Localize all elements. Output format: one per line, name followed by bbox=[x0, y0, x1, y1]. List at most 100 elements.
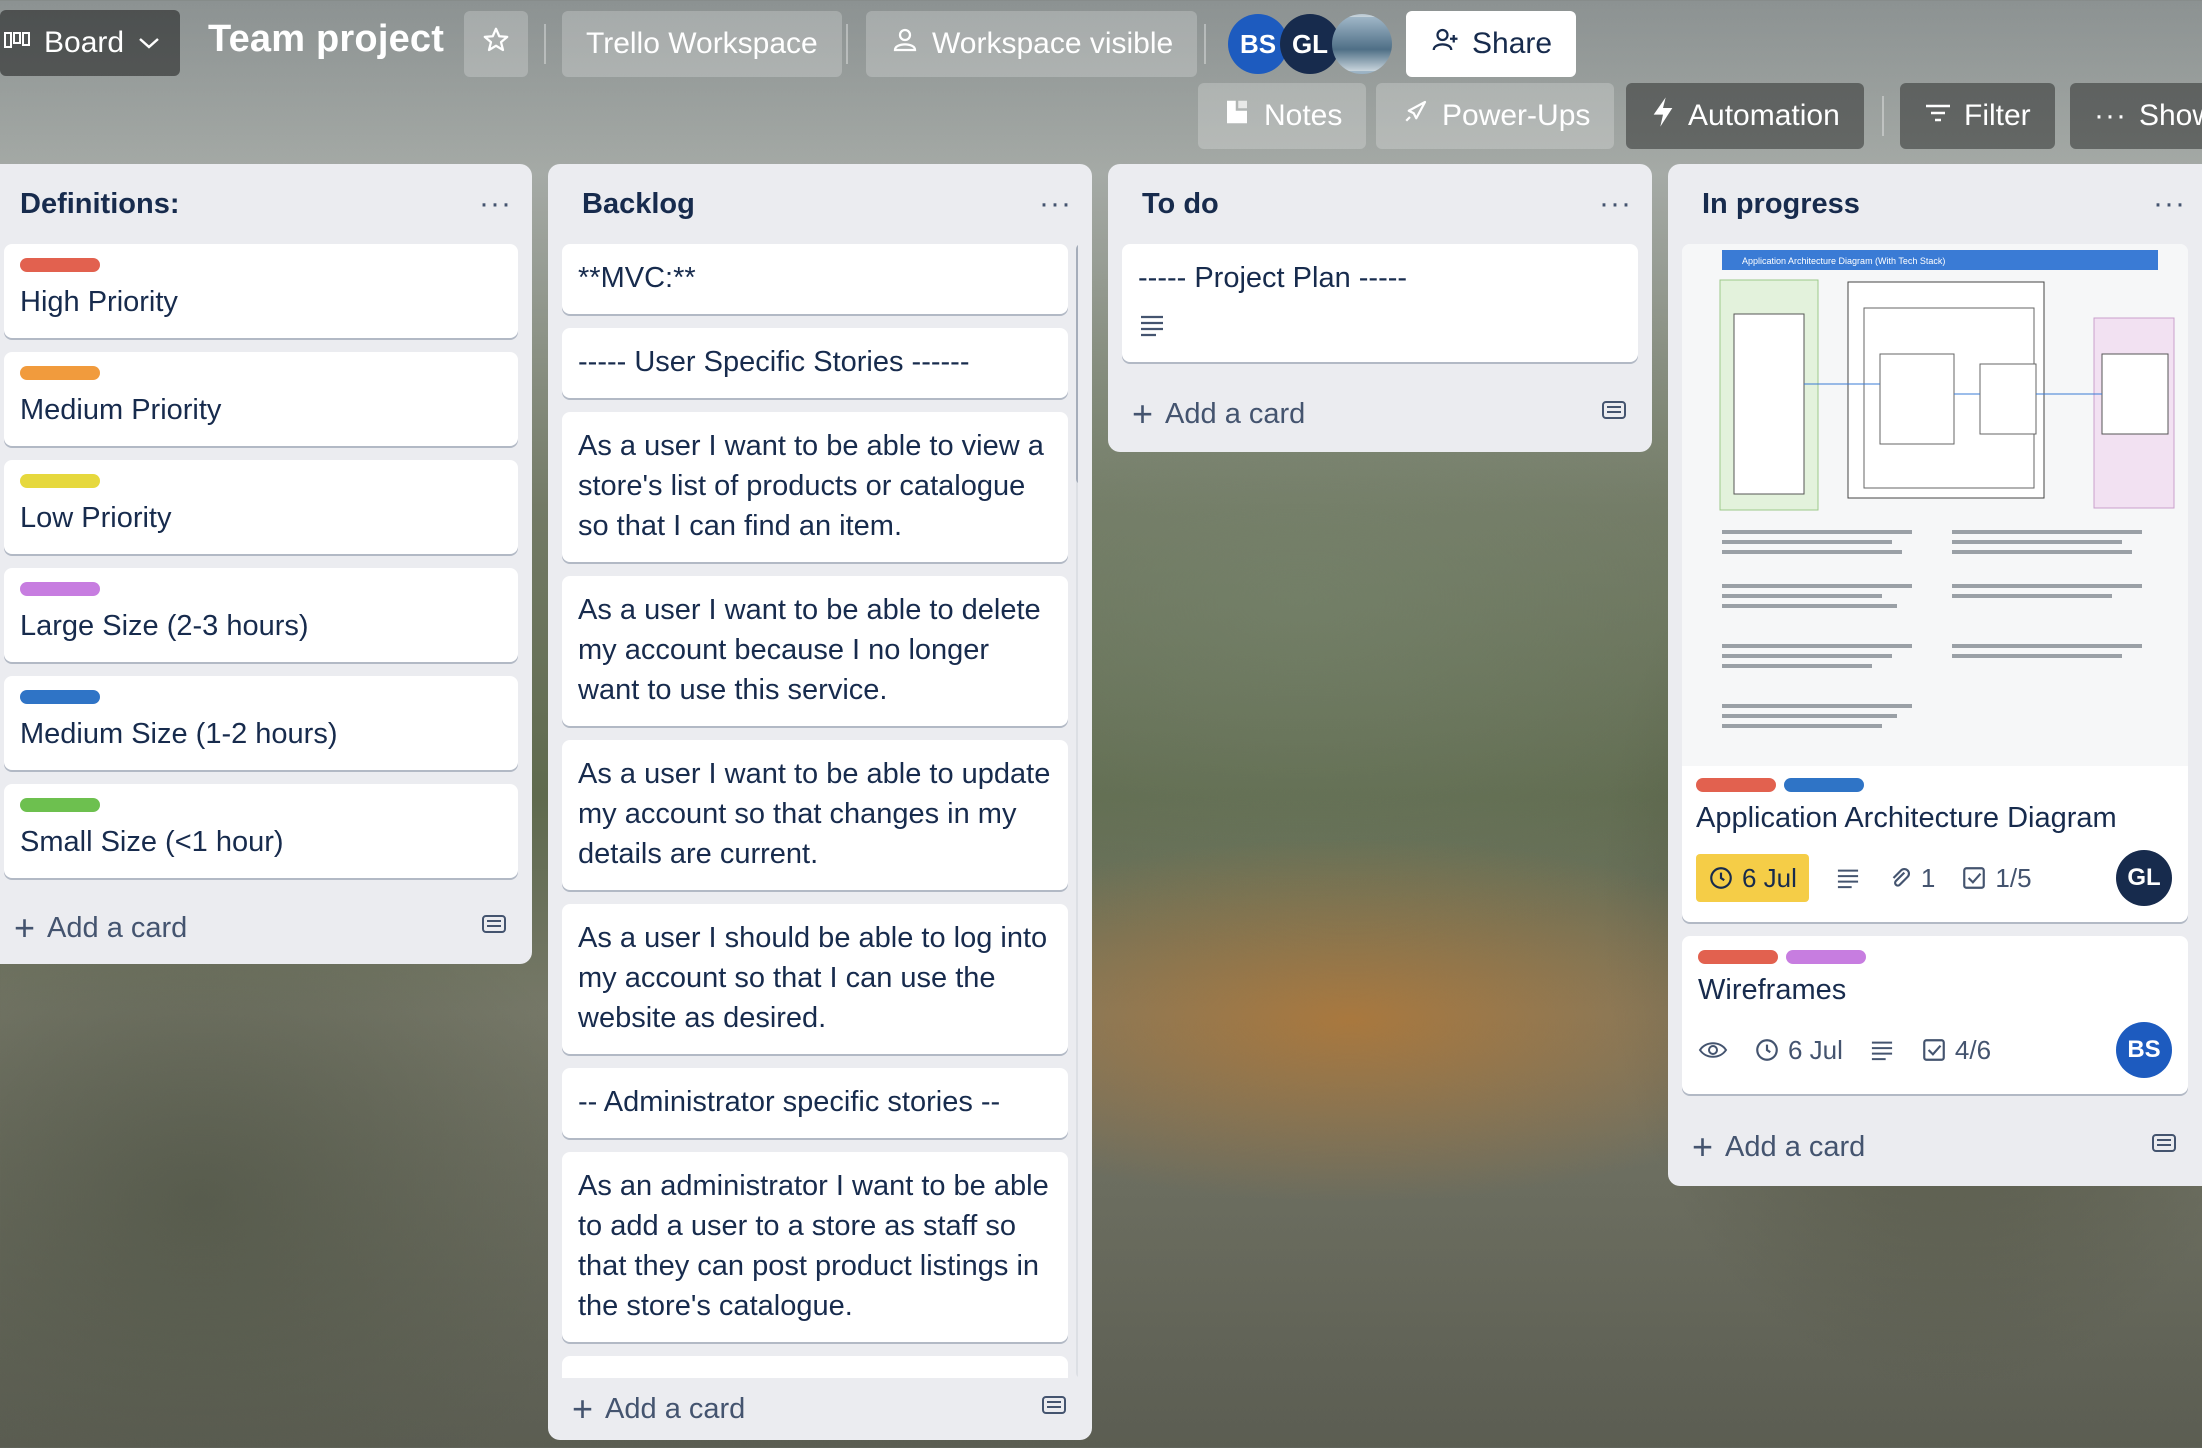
list-scrollbar[interactable] bbox=[1076, 244, 1078, 1378]
list-item[interactable]: As an administrator I want to be able to… bbox=[562, 1152, 1068, 1342]
add-card-button[interactable]: + Add a card bbox=[1692, 1129, 1865, 1165]
power-ups-button[interactable]: Power-Ups bbox=[1376, 83, 1615, 149]
list-item[interactable]: Wireframes 6 Jul 4/6 BS bbox=[1682, 936, 2188, 1094]
divider bbox=[1882, 96, 1884, 136]
star-board-button[interactable] bbox=[464, 11, 528, 77]
avatar-photo[interactable] bbox=[1332, 14, 1392, 74]
list-title[interactable]: To do bbox=[1142, 188, 1219, 221]
add-card-label: Add a card bbox=[47, 911, 188, 944]
add-card-row: + Add a card bbox=[562, 1378, 1078, 1440]
list-menu-button[interactable]: ··· bbox=[1039, 187, 1072, 221]
label-large-size[interactable] bbox=[1786, 950, 1866, 964]
template-card-icon[interactable] bbox=[480, 911, 508, 945]
list-item[interactable]: Large Size (2-3 hours) bbox=[4, 568, 518, 662]
plus-icon: + bbox=[572, 1388, 594, 1429]
eye-icon bbox=[1698, 1038, 1728, 1062]
list-menu-button[interactable]: ··· bbox=[479, 187, 512, 221]
add-card-button[interactable]: + Add a card bbox=[1132, 396, 1305, 432]
due-date-badge[interactable]: 6 Jul bbox=[1754, 1030, 1843, 1070]
label-medium-size[interactable] bbox=[1784, 778, 1864, 792]
checklist-badge: 1/5 bbox=[1961, 858, 2032, 898]
label-high-priority[interactable] bbox=[20, 258, 100, 272]
divider bbox=[1204, 24, 1206, 64]
label-low-priority[interactable] bbox=[20, 474, 100, 488]
star-icon bbox=[481, 25, 511, 63]
list-item[interactable]: As a user I want to be able to view a st… bbox=[562, 412, 1068, 562]
list-item[interactable]: As a user I want to be able to update my… bbox=[562, 740, 1068, 890]
avatar[interactable]: GL bbox=[2116, 850, 2172, 906]
attachments-badge: 1 bbox=[1887, 858, 1935, 898]
share-button[interactable]: Share bbox=[1406, 11, 1577, 77]
card-title: Small Size (<1 hour) bbox=[20, 826, 284, 858]
template-card-icon[interactable] bbox=[2150, 1130, 2178, 1164]
due-date-text: 6 Jul bbox=[1788, 1035, 1843, 1065]
list-item[interactable]: Low Priority bbox=[4, 460, 518, 554]
list-menu-button[interactable]: ··· bbox=[2153, 187, 2186, 221]
board-header: Board Team project Trello Workspace Work… bbox=[0, 0, 2202, 165]
workspace-button[interactable]: Trello Workspace bbox=[562, 11, 842, 77]
show-menu-button[interactable]: ··· Show bbox=[2070, 83, 2202, 149]
card-title: As a user I want to be able to delete my… bbox=[578, 594, 1041, 706]
label-large-size[interactable] bbox=[20, 582, 100, 596]
list-cards-scroll[interactable]: **MVC:** ----- User Specific Stories ---… bbox=[562, 244, 1078, 1378]
add-card-row: + Add a card bbox=[1122, 376, 1638, 452]
card-title: As a user I want to be able to update my… bbox=[578, 758, 1051, 870]
list-item[interactable]: As a user I want to be able to delete my… bbox=[562, 576, 1068, 726]
plus-icon: + bbox=[14, 907, 36, 948]
card-title: As a user I should be able to log into m… bbox=[578, 922, 1048, 1034]
list-title[interactable]: Backlog bbox=[582, 188, 695, 221]
board-title[interactable]: Team project bbox=[208, 18, 444, 61]
list-backlog: Backlog ··· **MVC:** ----- User Specific… bbox=[548, 164, 1092, 1440]
list-item[interactable]: Medium Priority bbox=[4, 352, 518, 446]
list-item[interactable]: ----- User Specific Stories ------ bbox=[562, 328, 1068, 398]
workspace-label: Trello Workspace bbox=[586, 27, 818, 60]
filter-icon bbox=[1924, 99, 1952, 133]
label-high-priority[interactable] bbox=[1698, 950, 1778, 964]
template-card-icon[interactable] bbox=[1600, 397, 1628, 431]
card-title: ----- Project Plan ----- bbox=[1138, 262, 1408, 294]
rocket-icon bbox=[1400, 97, 1430, 135]
scrollbar-thumb[interactable] bbox=[1076, 244, 1078, 484]
list-item[interactable]: As a user I should be able to log into m… bbox=[562, 904, 1068, 1054]
list-item[interactable]: **MVC:** bbox=[562, 244, 1068, 314]
avatar[interactable]: GL bbox=[1280, 14, 1340, 74]
avatar[interactable]: BS bbox=[2116, 1022, 2172, 1078]
add-card-label: Add a card bbox=[1725, 1130, 1866, 1163]
checklist-icon bbox=[1963, 867, 1986, 889]
list-header: To do ··· bbox=[1122, 164, 1638, 244]
avatar[interactable]: BS bbox=[1228, 14, 1288, 74]
filter-label: Filter bbox=[1964, 99, 2031, 132]
due-date-badge[interactable]: 6 Jul bbox=[1696, 854, 1809, 902]
list-title[interactable]: In progress bbox=[1702, 188, 1860, 221]
label-medium-priority[interactable] bbox=[20, 366, 100, 380]
notes-button[interactable]: Notes bbox=[1198, 83, 1367, 149]
list-title[interactable]: Definitions: bbox=[20, 188, 180, 221]
label-medium-size[interactable] bbox=[20, 690, 100, 704]
list-item[interactable]: -- Administrator specific stories -- bbox=[562, 1068, 1068, 1138]
paperclip-icon bbox=[1892, 868, 1910, 887]
list-item[interactable]: Small Size (<1 hour) bbox=[4, 784, 518, 878]
description-icon bbox=[1138, 308, 1622, 348]
list-in-progress: In progress ··· Application Architecture… bbox=[1668, 164, 2202, 1186]
label-high-priority[interactable] bbox=[1696, 778, 1776, 792]
list-item[interactable]: Application Architecture Diagram (With T… bbox=[1682, 244, 2188, 922]
add-card-button[interactable]: + Add a card bbox=[572, 1391, 745, 1427]
visibility-button[interactable]: Workspace visible bbox=[866, 11, 1198, 77]
plus-icon: + bbox=[1692, 1126, 1714, 1167]
checklist-icon bbox=[1923, 1039, 1945, 1061]
label-small-size[interactable] bbox=[20, 798, 100, 812]
add-card-button[interactable]: + Add a card bbox=[14, 910, 187, 946]
list-menu-button[interactable]: ··· bbox=[1599, 187, 1632, 221]
template-card-icon[interactable] bbox=[1040, 1392, 1068, 1426]
list-item[interactable]: High Priority bbox=[4, 244, 518, 338]
automation-button[interactable]: Automation bbox=[1626, 83, 1864, 149]
card-title: High Priority bbox=[20, 286, 178, 318]
notes-icon bbox=[1222, 97, 1252, 135]
board-view-switcher[interactable]: Board bbox=[0, 10, 181, 76]
filter-button[interactable]: Filter bbox=[1900, 83, 2055, 149]
list-item[interactable]: As an administrator I want to be bbox=[562, 1356, 1068, 1378]
list-item[interactable]: ----- Project Plan ----- bbox=[1122, 244, 1638, 362]
card-title: Application Architecture Diagram bbox=[1696, 802, 2117, 834]
board-icon bbox=[4, 26, 32, 60]
list-item[interactable]: Medium Size (1-2 hours) bbox=[4, 676, 518, 770]
